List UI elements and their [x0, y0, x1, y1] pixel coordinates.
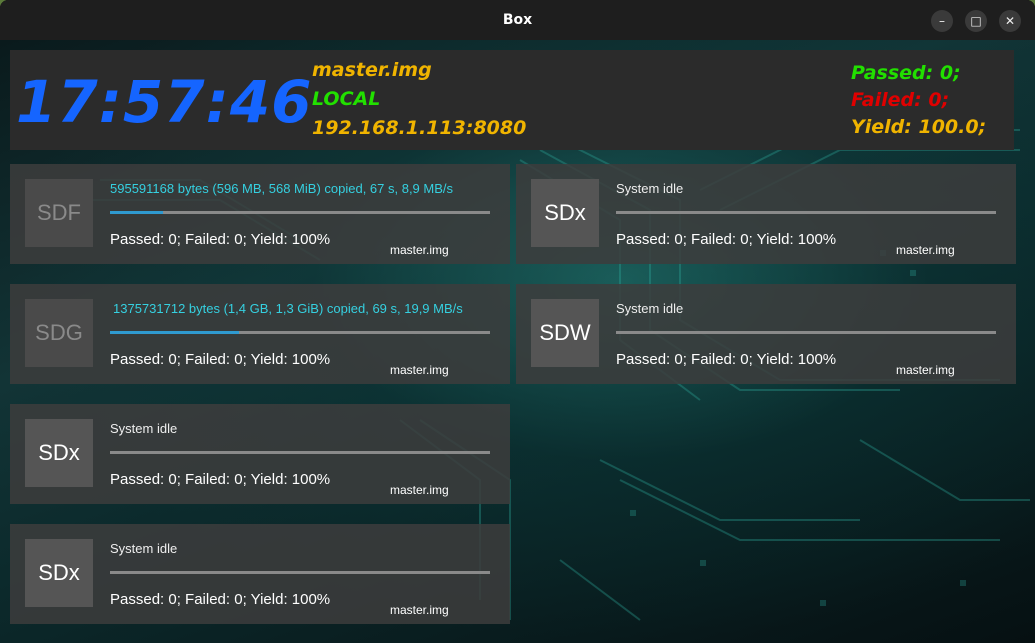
image-name-label: master.img	[312, 59, 432, 81]
device-card-sdw[interactable]: SDW System idle Passed: 0; Failed: 0; Yi…	[516, 284, 1016, 384]
device-card-sdx[interactable]: SDx System idle Passed: 0; Failed: 0; Yi…	[516, 164, 1016, 264]
mode-label: LOCAL	[312, 88, 381, 110]
progress-bar	[616, 331, 996, 334]
progress-bar	[110, 211, 490, 214]
minimize-button[interactable]: –	[931, 10, 953, 32]
device-status: System idle	[110, 541, 178, 556]
summary-header: 17:57:46 master.img LOCAL 192.168.1.113:…	[10, 50, 1014, 150]
progress-fill	[110, 331, 240, 334]
progress-bar	[110, 571, 490, 574]
device-image-label: master.img	[896, 243, 955, 257]
device-image-label: master.img	[896, 363, 955, 377]
clock-display: 17:57:46	[16, 68, 313, 136]
device-card-sdf[interactable]: SDF 595591168 bytes (596 MB, 568 MiB) co…	[10, 164, 510, 264]
device-icon: SDF	[25, 179, 93, 247]
device-card-sdx[interactable]: SDx System idle Passed: 0; Failed: 0; Yi…	[10, 524, 510, 624]
device-stats: Passed: 0; Failed: 0; Yield: 100%	[616, 231, 837, 248]
device-card-sdg[interactable]: SDG 1375731712 bytes (1,4 GB, 1,3 GiB) c…	[10, 284, 510, 384]
device-card-sdx[interactable]: SDx System idle Passed: 0; Failed: 0; Yi…	[10, 404, 510, 504]
window-title: Box	[502, 12, 533, 28]
device-status: System idle	[110, 421, 178, 436]
device-icon: SDx	[25, 539, 93, 607]
device-image-label: master.img	[390, 603, 449, 617]
device-image-label: master.img	[390, 483, 449, 497]
device-stats: Passed: 0; Failed: 0; Yield: 100%	[110, 471, 331, 488]
device-stats: Passed: 0; Failed: 0; Yield: 100%	[110, 231, 331, 248]
device-image-label: master.img	[390, 243, 449, 257]
title-bar[interactable]: Box – □ ✕	[0, 0, 1035, 40]
device-icon: SDG	[25, 299, 93, 367]
passed-total: Passed: 0;	[851, 62, 961, 84]
device-stats: Passed: 0; Failed: 0; Yield: 100%	[110, 351, 331, 368]
device-status: 1375731712 bytes (1,4 GB, 1,3 GiB) copie…	[113, 301, 463, 316]
progress-bar	[110, 331, 490, 334]
yield-total: Yield: 100.0;	[851, 116, 987, 138]
progress-bar	[616, 211, 996, 214]
device-icon: SDx	[531, 179, 599, 247]
device-status: System idle	[616, 301, 684, 316]
device-status: System idle	[616, 181, 684, 196]
app-window: Box – □ ✕ 17:57:46 master.img LOCAL 192.…	[0, 0, 1035, 643]
device-stats: Passed: 0; Failed: 0; Yield: 100%	[110, 591, 331, 608]
device-icon: SDx	[25, 419, 93, 487]
device-icon: SDW	[531, 299, 599, 367]
progress-fill	[110, 211, 164, 214]
close-button[interactable]: ✕	[999, 10, 1021, 32]
maximize-button[interactable]: □	[965, 10, 987, 32]
device-image-label: master.img	[390, 363, 449, 377]
address-label: 192.168.1.113:8080	[312, 117, 527, 139]
device-stats: Passed: 0; Failed: 0; Yield: 100%	[616, 351, 837, 368]
failed-total: Failed: 0;	[851, 89, 950, 111]
main-content: 17:57:46 master.img LOCAL 192.168.1.113:…	[0, 40, 1035, 643]
progress-bar	[110, 451, 490, 454]
device-status: 595591168 bytes (596 MB, 568 MiB) copied…	[110, 181, 454, 196]
